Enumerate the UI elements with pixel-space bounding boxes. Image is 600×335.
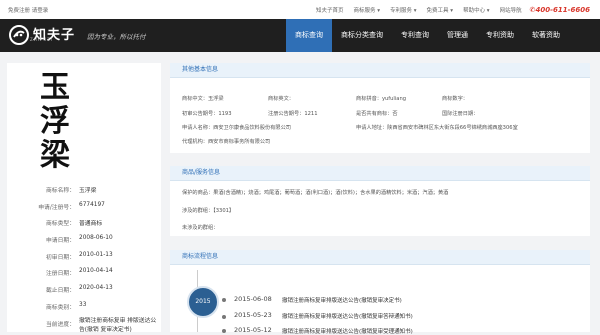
trademark-sidebar: 玉 浮 梁 商标名称： 玉浮梁 申请/注册号： 6774197 商标类型： 普通… bbox=[7, 63, 161, 333]
field-digit: 商标数字： bbox=[442, 96, 468, 102]
event-date: 2015-06-08 bbox=[234, 295, 272, 303]
event-date: 2015-05-23 bbox=[234, 311, 272, 319]
field-cn-name: 商标中文：玉浮梁 bbox=[182, 96, 224, 102]
info-value: 2010-04-14 bbox=[79, 268, 113, 275]
card-title: 商品/服务信息 bbox=[170, 166, 590, 181]
card-title: 商标流程信息 bbox=[170, 250, 590, 265]
info-value: 6774197 bbox=[79, 201, 105, 208]
goods-card: 商品/服务信息 保护的商品：果酒(含酒精)；烧酒；鸡尾酒；葡萄酒；酒(利口酒)；… bbox=[170, 166, 590, 236]
login-links[interactable]: 免费注册 请登录 bbox=[8, 6, 48, 14]
groups-excluded: 未涉及的群组： bbox=[182, 225, 219, 231]
info-key: 当前进度： bbox=[46, 321, 75, 328]
field-reg-issue: 注册公告期号：1211 bbox=[268, 111, 318, 117]
top-link-tools[interactable]: 免费工具 ▾ bbox=[427, 6, 454, 14]
field-shared: 是否共有商标：否 bbox=[356, 111, 398, 117]
info-value: 2020-04-13 bbox=[79, 285, 113, 292]
field-en-name: 商标英文： bbox=[268, 96, 294, 102]
info-key: 截止日期： bbox=[46, 288, 75, 295]
nav-trademark-search[interactable]: 商标查询 bbox=[286, 19, 332, 52]
info-row-regno: 申请/注册号： 6774197 bbox=[7, 197, 161, 214]
info-row-progress: 当前进度： 撤销注册商标复审 排版送达公告(撤销 复审决定书) bbox=[7, 314, 161, 333]
info-row-reg-date: 注册日期： 2010-04-14 bbox=[7, 263, 161, 280]
main-nav: 商标查询 商标分类查询 专利查询 管理通 专利资助 软著资助 bbox=[286, 19, 569, 52]
info-key: 商标类型： bbox=[46, 221, 75, 228]
event-desc: 撤销注册商标复审排版送达公告(撤销复审受理通知书) bbox=[282, 329, 413, 335]
top-link-help[interactable]: 帮助中心 ▾ bbox=[463, 6, 490, 14]
info-key: 商标名称： bbox=[46, 188, 75, 194]
timeline-dot bbox=[222, 298, 226, 302]
goods-list: 保护的商品：果酒(含酒精)；烧酒；鸡尾酒；葡萄酒；酒(利口酒)；酒(饮料)；含水… bbox=[182, 190, 449, 196]
site-logo[interactable]: 知夫子 bbox=[8, 24, 75, 46]
info-key: 申请日期： bbox=[46, 238, 75, 245]
field-review-issue: 初审公告期号：1193 bbox=[182, 111, 232, 117]
top-link-sitemap[interactable]: 网站导航 bbox=[500, 6, 522, 14]
trademark-image: 玉 浮 梁 bbox=[35, 71, 75, 181]
timeline-dot bbox=[222, 329, 226, 333]
field-pinyin: 商标拼音：yufuliang bbox=[356, 96, 407, 102]
info-value: 33 bbox=[79, 301, 87, 308]
card-title: 其他基本信息 bbox=[170, 63, 590, 78]
event-desc: 撤销注册商标复审排版送达公告(撤销复审答辩通知书) bbox=[282, 314, 413, 320]
info-value: 玉浮梁 bbox=[79, 188, 97, 194]
top-link-home[interactable]: 知夫子首页 bbox=[316, 6, 344, 14]
seal-char: 玉 bbox=[40, 70, 70, 105]
nav-software-funding[interactable]: 软著资助 bbox=[523, 19, 569, 52]
info-value: 2008-06-10 bbox=[79, 235, 113, 242]
top-link-trademark[interactable]: 商标服务 ▾ bbox=[354, 6, 381, 14]
phone-number: ✆400-611-6606 bbox=[530, 6, 590, 14]
nav-patent-funding[interactable]: 专利资助 bbox=[477, 19, 523, 52]
info-row-apply-date: 申请日期： 2008-06-10 bbox=[7, 230, 161, 247]
groups-included: 涉及的群组：【3301】 bbox=[182, 208, 235, 214]
field-intl-date: 国际注册日期： bbox=[442, 111, 479, 117]
seal-char: 梁 bbox=[40, 138, 70, 173]
top-bar: 免费注册 请登录 知夫子首页 商标服务 ▾ 专利服务 ▾ 免费工具 ▾ 帮助中心… bbox=[0, 0, 600, 20]
nav-patent-search[interactable]: 专利查询 bbox=[392, 19, 438, 52]
info-key: 商标类别： bbox=[46, 304, 75, 311]
field-address: 申请人地址：陕西省西安市碑林区东大街东段66号锦绣商城西座306室 bbox=[356, 125, 518, 131]
slogan: 因为专业，所以托付 bbox=[87, 33, 146, 41]
main-navbar: 知夫子 ZHIFUZI 因为专业，所以托付 商标查询 商标分类查询 专利查询 管… bbox=[0, 19, 600, 52]
info-row-review-date: 初审日期： 2010-01-13 bbox=[7, 247, 161, 264]
info-key: 初审日期： bbox=[46, 254, 75, 261]
field-agency: 代理机构：西安市商标事务所有限公司 bbox=[182, 139, 271, 145]
top-link-patent[interactable]: 专利服务 ▾ bbox=[390, 6, 417, 14]
seal-char: 浮 bbox=[40, 104, 70, 139]
event-date: 2015-05-12 bbox=[234, 326, 272, 334]
info-key: 申请/注册号： bbox=[38, 204, 75, 211]
event-desc: 撤销注册商标复审排版送达公告(撤销复审决定书) bbox=[282, 298, 402, 304]
trademark-info-list: 商标名称： 玉浮梁 申请/注册号： 6774197 商标类型： 普通商标 申请日… bbox=[7, 180, 161, 333]
phone-number-text: 400-611-6606 bbox=[535, 6, 590, 14]
basic-info-card: 其他基本信息 商标中文：玉浮梁 商标英文： 商标拼音：yufuliang 商标数… bbox=[170, 63, 590, 153]
info-row-type: 商标类型： 普通商标 bbox=[7, 213, 161, 230]
year-badge: 2015 bbox=[187, 286, 219, 318]
info-row-expire-date: 截止日期： 2020-04-13 bbox=[7, 280, 161, 297]
info-key: 注册日期： bbox=[46, 271, 75, 278]
top-links: 知夫子首页 商标服务 ▾ 专利服务 ▾ 免费工具 ▾ 帮助中心 ▾ 网站导航 ✆… bbox=[306, 6, 590, 14]
process-card: 商标流程信息 2015 2015-06-08 撤销注册商标复审排版送达公告(撤销… bbox=[170, 250, 590, 335]
nav-management[interactable]: 管理通 bbox=[438, 19, 477, 52]
logo-icon bbox=[9, 25, 29, 45]
info-row-name: 商标名称： 玉浮梁 bbox=[7, 180, 161, 197]
info-value: 2010-01-13 bbox=[79, 251, 113, 258]
field-applicant: 申请人名称：西安卫尔康食品饮料股份有限公司 bbox=[182, 125, 291, 131]
logo-subtext: ZHIFUZI bbox=[30, 37, 54, 42]
nav-class-search[interactable]: 商标分类查询 bbox=[332, 19, 392, 52]
info-value: 普通商标 bbox=[79, 221, 103, 228]
info-row-class: 商标类别： 33 bbox=[7, 297, 161, 314]
timeline-dot bbox=[222, 315, 226, 319]
